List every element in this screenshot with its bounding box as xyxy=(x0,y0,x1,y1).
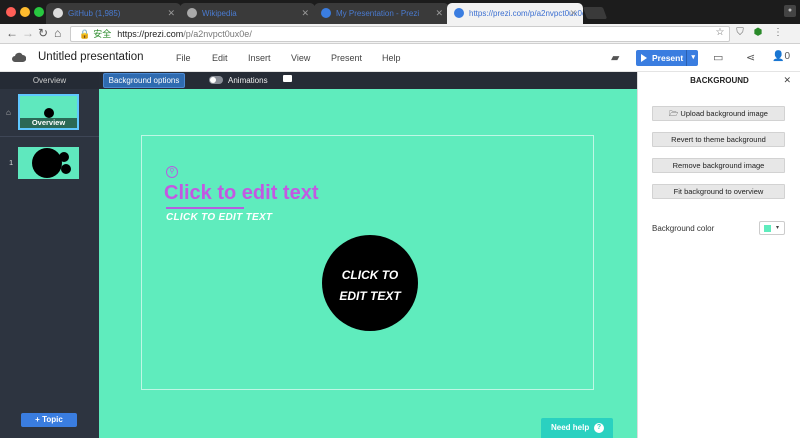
prezi-icon xyxy=(321,8,331,18)
collaborators-icon[interactable]: 👤0 xyxy=(772,51,790,62)
comments-icon[interactable]: ▰ xyxy=(611,51,619,64)
extension-green-icon[interactable]: ⬢ xyxy=(752,27,764,39)
fit-background-button[interactable]: Fit background to overview xyxy=(652,184,785,199)
browser-tab-3[interactable]: My Presentation - Prezi ✕ xyxy=(314,3,449,24)
left-sidebar: Overview ⌂ Overview 1 + Topic xyxy=(0,72,99,438)
background-color-picker[interactable]: ▾ xyxy=(759,221,785,235)
animations-toggle[interactable] xyxy=(209,76,223,84)
url-host: https://prezi.com xyxy=(117,29,184,39)
close-window-icon[interactable] xyxy=(6,7,16,17)
github-icon xyxy=(53,8,63,18)
extension-shield-icon[interactable]: ⛉ xyxy=(734,27,746,39)
menu-present[interactable]: Present xyxy=(331,53,362,63)
present-button[interactable]: Present ▾ xyxy=(636,50,698,66)
slide-subtitle[interactable]: CLICK TO EDIT TEXT xyxy=(166,212,272,223)
collaborators-count: 0 xyxy=(784,51,791,62)
chrome-menu-icon[interactable]: ⋮ xyxy=(772,27,784,39)
overview-label: Overview xyxy=(20,118,77,128)
tab-label: https://prezi.com/p/a2nvpct0ux0e/ xyxy=(469,9,583,18)
topic-number: 1 xyxy=(9,158,14,167)
background-color-label: Background color xyxy=(652,224,715,233)
circle-text-line1: CLICK TO xyxy=(341,268,399,282)
reload-icon[interactable]: ↻ xyxy=(38,26,48,40)
upload-background-button[interactable]: 🗁 Upload background image xyxy=(652,106,785,121)
bookmark-star-icon[interactable]: ☆ xyxy=(714,27,726,39)
play-icon xyxy=(641,54,647,62)
menu-edit[interactable]: Edit xyxy=(212,53,228,63)
topic-thumbnail[interactable] xyxy=(18,147,79,179)
close-tab-icon[interactable]: ✕ xyxy=(301,8,309,19)
sidebar-divider xyxy=(0,136,99,137)
forward-icon[interactable]: → xyxy=(22,26,34,40)
presentation-canvas[interactable]: ⚲ Click to edit text CLICK TO EDIT TEXT … xyxy=(99,89,637,438)
back-icon[interactable]: ← xyxy=(6,26,18,40)
document-title[interactable]: Untitled presentation xyxy=(38,51,143,63)
tab-label: My Presentation - Prezi xyxy=(336,9,420,18)
comment-icon[interactable] xyxy=(283,75,292,82)
address-bar: ← → ↻ ⌂ 🔒 安全 https://prezi.com/p/a2nvpct0u… xyxy=(0,24,800,44)
lock-icon: 🔒 xyxy=(79,29,91,39)
secure-label: 安全 xyxy=(93,29,112,39)
home-icon[interactable]: ⌂ xyxy=(54,26,61,40)
chevron-down-icon[interactable]: ▾ xyxy=(686,50,695,66)
menu-insert[interactable]: Insert xyxy=(248,53,271,63)
location-pin-icon: ⚲ xyxy=(166,166,178,178)
question-icon: ? xyxy=(594,423,604,433)
remove-background-button[interactable]: Remove background image xyxy=(652,158,785,173)
tab-label: GitHub (1,985) xyxy=(68,9,121,18)
background-options-button[interactable]: Background options xyxy=(103,73,185,88)
menu-file[interactable]: File xyxy=(176,53,191,63)
cloud-save-icon[interactable] xyxy=(12,52,26,64)
close-tab-icon[interactable]: ✕ xyxy=(167,8,175,19)
circle-text-line2: EDIT TEXT xyxy=(339,289,401,303)
add-topic-button[interactable]: + Topic xyxy=(21,413,77,427)
maximize-window-icon[interactable] xyxy=(34,7,44,17)
background-panel: BACKGROUND ✕ 🗁 Upload background image R… xyxy=(637,72,800,438)
present-remotely-icon[interactable]: ▭ xyxy=(713,51,723,64)
revert-background-button[interactable]: Revert to theme background xyxy=(652,132,785,147)
slide-title[interactable]: Click to edit text xyxy=(164,182,318,205)
thumbnail-circle xyxy=(44,108,54,118)
close-icon[interactable]: ✕ xyxy=(783,75,791,86)
sidebar-header: Overview xyxy=(0,72,99,89)
url-path: /p/a2nvpct0ux0e/ xyxy=(183,29,252,39)
close-tab-icon[interactable]: ✕ xyxy=(435,8,443,19)
color-swatch xyxy=(764,225,771,232)
present-label: Present xyxy=(652,53,684,63)
folder-icon: 🗁 xyxy=(669,109,681,118)
menu-view[interactable]: View xyxy=(291,53,310,63)
animations-label: Animations xyxy=(228,76,268,85)
menu-help[interactable]: Help xyxy=(382,53,401,63)
need-help-label: Need help xyxy=(551,423,590,432)
globe-icon xyxy=(454,8,464,18)
chevron-down-icon: ▾ xyxy=(776,225,780,231)
need-help-button[interactable]: Need help ? xyxy=(541,418,613,438)
share-icon[interactable]: ⋖ xyxy=(746,51,755,64)
browser-tab-1[interactable]: GitHub (1,985) ✕ xyxy=(46,3,181,24)
browser-tab-active[interactable]: https://prezi.com/p/a2nvpct0ux0e/ ✕ xyxy=(447,3,583,24)
thumbnail-circle xyxy=(59,152,69,162)
overview-thumbnail[interactable]: Overview xyxy=(18,94,79,130)
new-tab-button[interactable] xyxy=(582,7,608,19)
wikipedia-icon xyxy=(187,8,197,18)
close-tab-icon[interactable]: ✕ xyxy=(569,8,577,19)
thumbnail-circle xyxy=(32,148,62,178)
tab-label: Wikipedia xyxy=(202,9,237,18)
app-header: Untitled presentation File Edit Insert V… xyxy=(0,44,800,72)
panel-title: BACKGROUND xyxy=(690,76,749,85)
browser-tabstrip: GitHub (1,985) ✕ Wikipedia ✕ My Presenta… xyxy=(0,0,800,24)
home-icon[interactable]: ⌂ xyxy=(6,108,11,117)
minimize-window-icon[interactable] xyxy=(20,7,30,17)
browser-tab-2[interactable]: Wikipedia ✕ xyxy=(180,3,315,24)
url-field[interactable]: 🔒 安全 https://prezi.com/p/a2nvpct0ux0e/ xyxy=(70,26,730,42)
profile-icon[interactable]: ● xyxy=(784,5,796,17)
button-label: Upload background image xyxy=(680,109,768,118)
canvas-toolbar: Background options Animations xyxy=(99,72,637,89)
topic-circle[interactable]: CLICK TO EDIT TEXT xyxy=(322,235,418,331)
thumbnail-circle xyxy=(61,164,71,174)
title-underline xyxy=(166,207,244,209)
